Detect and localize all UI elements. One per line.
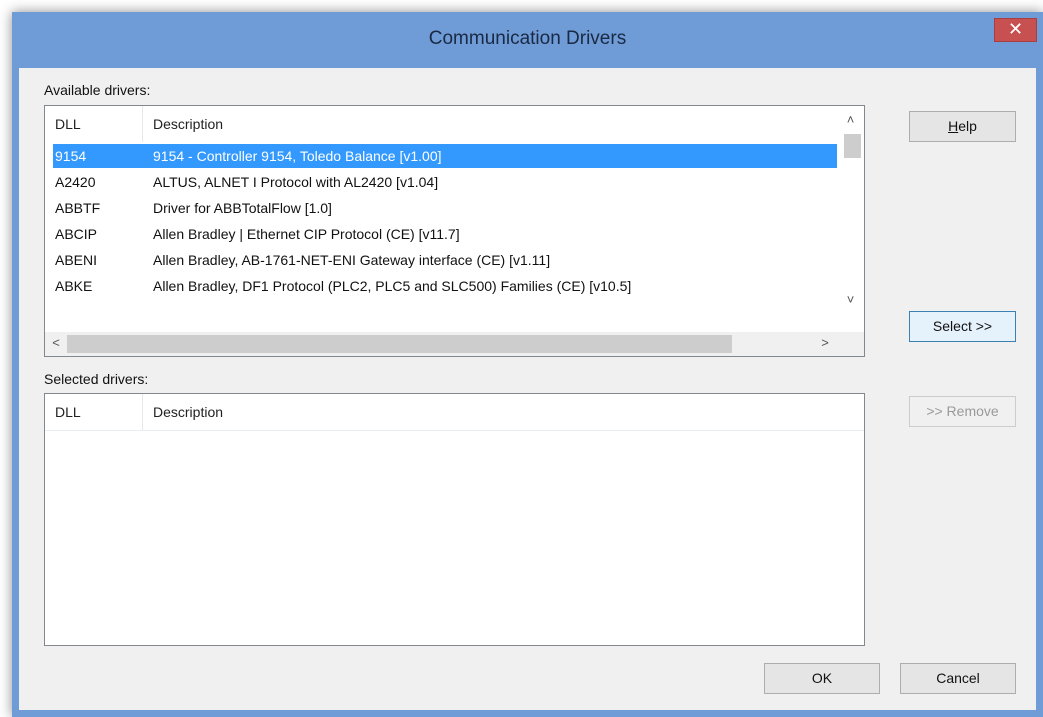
column-header-dll[interactable]: DLL xyxy=(45,394,143,430)
scroll-up-icon[interactable]: ˄ xyxy=(837,112,864,127)
window-title: Communication Drivers xyxy=(428,28,627,49)
close-icon: ✕ xyxy=(1007,19,1024,39)
driver-description: Allen Bradley | Ethernet CIP Protocol (C… xyxy=(153,226,460,242)
driver-description: 9154 - Controller 9154, Toledo Balance [… xyxy=(153,148,442,164)
driver-description: Allen Bradley, AB-1761-NET-ENI Gateway i… xyxy=(153,252,551,268)
list-item[interactable]: 9154 9154 - Controller 9154, Toledo Bala… xyxy=(53,144,843,168)
driver-dll: A2420 xyxy=(55,174,96,190)
selected-drivers-label: Selected drivers: xyxy=(44,371,149,387)
horizontal-scroll-thumb[interactable] xyxy=(67,335,732,353)
help-label: elp xyxy=(958,118,977,134)
horizontal-scrollbar[interactable]: < > xyxy=(45,332,864,356)
communication-drivers-dialog: Communication Drivers ✕ Available driver… xyxy=(12,12,1043,717)
cancel-button[interactable]: Cancel xyxy=(900,663,1016,694)
column-header-dll[interactable]: DLL xyxy=(45,106,143,142)
vertical-scrollbar[interactable]: ˄ ˅ xyxy=(837,106,864,332)
close-button[interactable]: ✕ xyxy=(994,18,1037,42)
scroll-left-icon[interactable]: < xyxy=(49,335,63,350)
help-button[interactable]: Help xyxy=(909,111,1016,142)
list-item[interactable]: ABENI Allen Bradley, AB-1761-NET-ENI Gat… xyxy=(53,248,843,272)
list-item[interactable]: ABKE Allen Bradley, DF1 Protocol (PLC2, … xyxy=(53,274,843,298)
select-button[interactable]: Select >> xyxy=(909,311,1016,342)
selected-drivers-list[interactable]: DLL Description xyxy=(44,393,865,646)
list-item[interactable]: A2420 ALTUS, ALNET I Protocol with AL242… xyxy=(53,170,843,194)
driver-dll: ABCIP xyxy=(55,226,98,242)
help-mnemonic: H xyxy=(948,118,959,134)
driver-description: Allen Bradley, DF1 Protocol (PLC2, PLC5 … xyxy=(153,278,632,294)
ok-button[interactable]: OK xyxy=(764,663,880,694)
dialog-client-area: Available drivers: DLL Description 9154 … xyxy=(19,68,1036,710)
list-item[interactable]: ABBTF Driver for ABBTotalFlow [1.0] xyxy=(53,196,843,220)
header-divider xyxy=(45,430,864,431)
column-header-description[interactable]: Description xyxy=(143,106,843,142)
vertical-scroll-thumb[interactable] xyxy=(844,134,861,158)
scroll-down-icon[interactable]: ˅ xyxy=(837,292,864,307)
scroll-corner xyxy=(839,332,864,356)
available-drivers-label: Available drivers: xyxy=(44,82,151,98)
driver-description: Driver for ABBTotalFlow [1.0] xyxy=(153,200,332,216)
selected-list-header: DLL Description xyxy=(45,394,864,430)
title-bar[interactable]: Communication Drivers ✕ xyxy=(12,12,1043,68)
driver-dll: ABBTF xyxy=(55,200,101,216)
remove-button[interactable]: >> Remove xyxy=(909,396,1016,427)
driver-dll: 9154 xyxy=(55,148,87,164)
driver-description: ALTUS, ALNET I Protocol with AL2420 [v1.… xyxy=(153,174,439,190)
driver-dll: ABKE xyxy=(55,278,93,294)
driver-dll: ABENI xyxy=(55,252,98,268)
available-list-header: DLL Description xyxy=(45,106,864,142)
column-header-description[interactable]: Description xyxy=(143,394,843,430)
scroll-right-icon[interactable]: > xyxy=(818,335,832,350)
list-item[interactable]: ABCIP Allen Bradley | Ethernet CIP Proto… xyxy=(53,222,843,246)
available-drivers-list[interactable]: DLL Description 9154 9154 - Controller 9… xyxy=(44,105,865,357)
